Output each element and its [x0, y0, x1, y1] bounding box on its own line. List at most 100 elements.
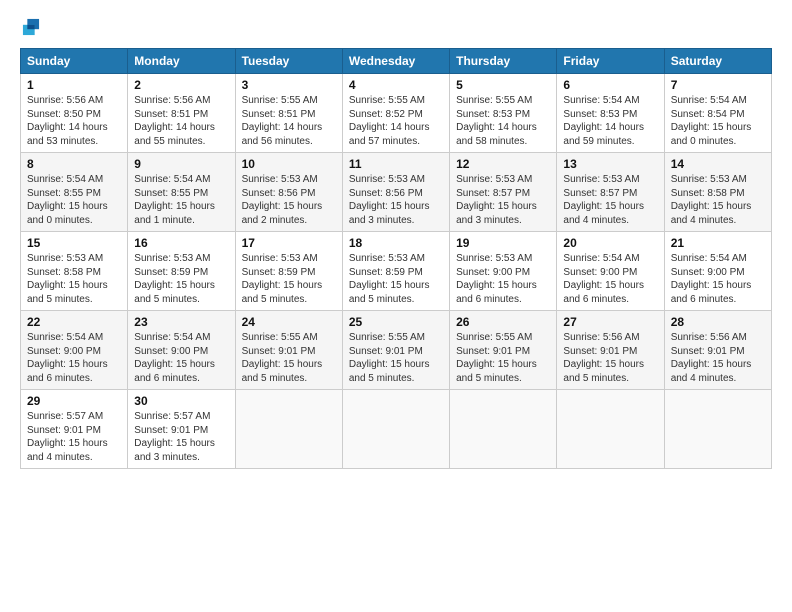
calendar-cell: 10 Sunrise: 5:53 AMSunset: 8:56 PMDaylig…: [235, 153, 342, 232]
day-number: 14: [671, 157, 765, 171]
calendar-header-row: Sunday Monday Tuesday Wednesday Thursday…: [21, 49, 772, 74]
day-number: 15: [27, 236, 121, 250]
week-row-1: 1 Sunrise: 5:56 AMSunset: 8:50 PMDayligh…: [21, 74, 772, 153]
day-detail: Sunrise: 5:55 AMSunset: 8:52 PMDaylight:…: [349, 94, 443, 148]
day-number: 22: [27, 315, 121, 329]
col-friday: Friday: [557, 49, 664, 74]
day-detail: Sunrise: 5:53 AMSunset: 8:58 PMDaylight:…: [671, 173, 765, 227]
calendar-cell: 7 Sunrise: 5:54 AMSunset: 8:54 PMDayligh…: [664, 74, 771, 153]
day-number: 4: [349, 78, 443, 92]
calendar-cell: 29 Sunrise: 5:57 AMSunset: 9:01 PMDaylig…: [21, 390, 128, 469]
logo-icon: [20, 16, 42, 38]
day-number: 19: [456, 236, 550, 250]
day-detail: Sunrise: 5:53 AMSunset: 8:57 PMDaylight:…: [563, 173, 657, 227]
day-number: 5: [456, 78, 550, 92]
day-number: 23: [134, 315, 228, 329]
day-number: 30: [134, 394, 228, 408]
calendar-page: Sunday Monday Tuesday Wednesday Thursday…: [0, 0, 792, 612]
calendar-cell: 18 Sunrise: 5:53 AMSunset: 8:59 PMDaylig…: [342, 232, 449, 311]
day-detail: Sunrise: 5:55 AMSunset: 9:01 PMDaylight:…: [242, 331, 336, 385]
week-row-2: 8 Sunrise: 5:54 AMSunset: 8:55 PMDayligh…: [21, 153, 772, 232]
day-detail: Sunrise: 5:53 AMSunset: 8:56 PMDaylight:…: [349, 173, 443, 227]
calendar-cell: 25 Sunrise: 5:55 AMSunset: 9:01 PMDaylig…: [342, 311, 449, 390]
day-number: 26: [456, 315, 550, 329]
day-number: 17: [242, 236, 336, 250]
logo: [20, 16, 46, 38]
calendar-cell: 28 Sunrise: 5:56 AMSunset: 9:01 PMDaylig…: [664, 311, 771, 390]
calendar-table: Sunday Monday Tuesday Wednesday Thursday…: [20, 48, 772, 469]
day-detail: Sunrise: 5:53 AMSunset: 9:00 PMDaylight:…: [456, 252, 550, 306]
week-row-3: 15 Sunrise: 5:53 AMSunset: 8:58 PMDaylig…: [21, 232, 772, 311]
day-detail: Sunrise: 5:53 AMSunset: 8:56 PMDaylight:…: [242, 173, 336, 227]
calendar-cell: 27 Sunrise: 5:56 AMSunset: 9:01 PMDaylig…: [557, 311, 664, 390]
day-number: 2: [134, 78, 228, 92]
calendar-cell: 5 Sunrise: 5:55 AMSunset: 8:53 PMDayligh…: [450, 74, 557, 153]
calendar-cell: 3 Sunrise: 5:55 AMSunset: 8:51 PMDayligh…: [235, 74, 342, 153]
day-detail: Sunrise: 5:54 AMSunset: 9:00 PMDaylight:…: [134, 331, 228, 385]
day-number: 20: [563, 236, 657, 250]
col-wednesday: Wednesday: [342, 49, 449, 74]
calendar-cell: 4 Sunrise: 5:55 AMSunset: 8:52 PMDayligh…: [342, 74, 449, 153]
week-row-5: 29 Sunrise: 5:57 AMSunset: 9:01 PMDaylig…: [21, 390, 772, 469]
calendar-cell: 21 Sunrise: 5:54 AMSunset: 9:00 PMDaylig…: [664, 232, 771, 311]
day-detail: Sunrise: 5:56 AMSunset: 9:01 PMDaylight:…: [671, 331, 765, 385]
day-number: 6: [563, 78, 657, 92]
calendar-cell: 30 Sunrise: 5:57 AMSunset: 9:01 PMDaylig…: [128, 390, 235, 469]
calendar-cell: 2 Sunrise: 5:56 AMSunset: 8:51 PMDayligh…: [128, 74, 235, 153]
calendar-cell: 24 Sunrise: 5:55 AMSunset: 9:01 PMDaylig…: [235, 311, 342, 390]
day-detail: Sunrise: 5:54 AMSunset: 8:53 PMDaylight:…: [563, 94, 657, 148]
day-number: 9: [134, 157, 228, 171]
calendar-cell: 17 Sunrise: 5:53 AMSunset: 8:59 PMDaylig…: [235, 232, 342, 311]
day-number: 21: [671, 236, 765, 250]
calendar-cell: [235, 390, 342, 469]
day-detail: Sunrise: 5:54 AMSunset: 9:00 PMDaylight:…: [27, 331, 121, 385]
day-detail: Sunrise: 5:53 AMSunset: 8:58 PMDaylight:…: [27, 252, 121, 306]
day-number: 3: [242, 78, 336, 92]
day-number: 27: [563, 315, 657, 329]
col-tuesday: Tuesday: [235, 49, 342, 74]
day-detail: Sunrise: 5:55 AMSunset: 9:01 PMDaylight:…: [456, 331, 550, 385]
day-detail: Sunrise: 5:53 AMSunset: 8:57 PMDaylight:…: [456, 173, 550, 227]
day-detail: Sunrise: 5:55 AMSunset: 9:01 PMDaylight:…: [349, 331, 443, 385]
calendar-cell: [342, 390, 449, 469]
calendar-cell: 26 Sunrise: 5:55 AMSunset: 9:01 PMDaylig…: [450, 311, 557, 390]
day-number: 18: [349, 236, 443, 250]
day-detail: Sunrise: 5:53 AMSunset: 8:59 PMDaylight:…: [134, 252, 228, 306]
day-detail: Sunrise: 5:57 AMSunset: 9:01 PMDaylight:…: [134, 410, 228, 464]
calendar-cell: [450, 390, 557, 469]
day-detail: Sunrise: 5:54 AMSunset: 9:00 PMDaylight:…: [671, 252, 765, 306]
day-detail: Sunrise: 5:54 AMSunset: 8:55 PMDaylight:…: [134, 173, 228, 227]
calendar-cell: 12 Sunrise: 5:53 AMSunset: 8:57 PMDaylig…: [450, 153, 557, 232]
day-detail: Sunrise: 5:53 AMSunset: 8:59 PMDaylight:…: [349, 252, 443, 306]
day-detail: Sunrise: 5:54 AMSunset: 9:00 PMDaylight:…: [563, 252, 657, 306]
calendar-cell: 15 Sunrise: 5:53 AMSunset: 8:58 PMDaylig…: [21, 232, 128, 311]
day-detail: Sunrise: 5:57 AMSunset: 9:01 PMDaylight:…: [27, 410, 121, 464]
day-number: 11: [349, 157, 443, 171]
day-number: 24: [242, 315, 336, 329]
col-monday: Monday: [128, 49, 235, 74]
calendar-cell: 1 Sunrise: 5:56 AMSunset: 8:50 PMDayligh…: [21, 74, 128, 153]
day-number: 16: [134, 236, 228, 250]
day-detail: Sunrise: 5:54 AMSunset: 8:55 PMDaylight:…: [27, 173, 121, 227]
col-thursday: Thursday: [450, 49, 557, 74]
day-number: 12: [456, 157, 550, 171]
day-detail: Sunrise: 5:56 AMSunset: 9:01 PMDaylight:…: [563, 331, 657, 385]
day-detail: Sunrise: 5:56 AMSunset: 8:50 PMDaylight:…: [27, 94, 121, 148]
calendar-cell: [557, 390, 664, 469]
day-number: 25: [349, 315, 443, 329]
week-row-4: 22 Sunrise: 5:54 AMSunset: 9:00 PMDaylig…: [21, 311, 772, 390]
day-detail: Sunrise: 5:55 AMSunset: 8:51 PMDaylight:…: [242, 94, 336, 148]
day-detail: Sunrise: 5:53 AMSunset: 8:59 PMDaylight:…: [242, 252, 336, 306]
calendar-cell: 23 Sunrise: 5:54 AMSunset: 9:00 PMDaylig…: [128, 311, 235, 390]
calendar-cell: 16 Sunrise: 5:53 AMSunset: 8:59 PMDaylig…: [128, 232, 235, 311]
calendar-cell: 13 Sunrise: 5:53 AMSunset: 8:57 PMDaylig…: [557, 153, 664, 232]
day-detail: Sunrise: 5:55 AMSunset: 8:53 PMDaylight:…: [456, 94, 550, 148]
col-sunday: Sunday: [21, 49, 128, 74]
calendar-cell: 20 Sunrise: 5:54 AMSunset: 9:00 PMDaylig…: [557, 232, 664, 311]
calendar-cell: 14 Sunrise: 5:53 AMSunset: 8:58 PMDaylig…: [664, 153, 771, 232]
calendar-cell: 9 Sunrise: 5:54 AMSunset: 8:55 PMDayligh…: [128, 153, 235, 232]
header: [20, 16, 772, 38]
day-number: 1: [27, 78, 121, 92]
day-detail: Sunrise: 5:56 AMSunset: 8:51 PMDaylight:…: [134, 94, 228, 148]
day-number: 29: [27, 394, 121, 408]
